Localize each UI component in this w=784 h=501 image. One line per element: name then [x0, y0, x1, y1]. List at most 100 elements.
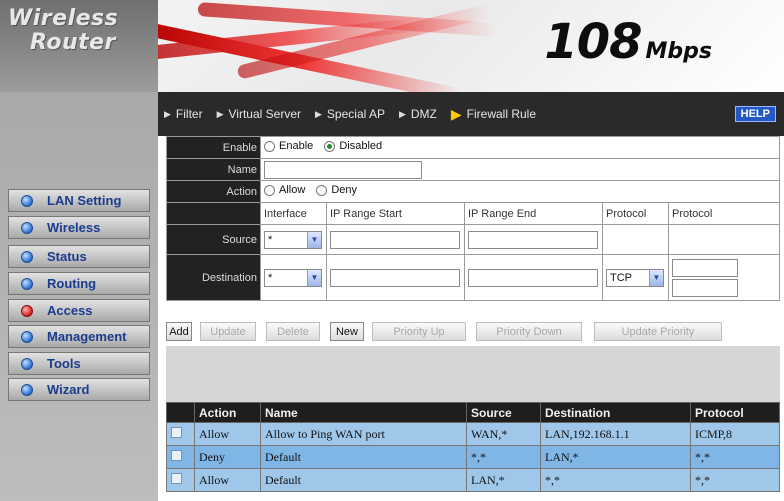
dest-iface-cell: * ▼ [260, 254, 327, 301]
tab-label: Firewall Rule [466, 107, 537, 121]
col-ip-range-start: IP Range Start [326, 202, 465, 225]
allow-radio[interactable]: Allow [264, 184, 305, 196]
destination-interface-select[interactable]: * ▼ [264, 268, 322, 287]
chevron-down-icon: ▼ [307, 269, 321, 286]
row-source: *,* [466, 445, 541, 469]
tab-label: DMZ [410, 107, 437, 121]
bullet-icon [21, 194, 33, 207]
col-ip-range-end: IP Range End [464, 202, 603, 225]
row-source: LAN,* [466, 468, 541, 492]
col-header-source: Source [466, 402, 541, 423]
dest-protocol-cell: TCP ▼ [602, 254, 669, 301]
enable-radio-label: Enable [279, 140, 314, 153]
port-start-input[interactable] [672, 258, 738, 277]
tab-dmz[interactable]: ▶ DMZ [399, 107, 437, 121]
disabled-radio[interactable]: Disabled [324, 140, 382, 152]
deny-radio[interactable]: Deny [316, 184, 357, 196]
destination-ip-end-input[interactable] [468, 268, 598, 287]
checkbox[interactable] [171, 472, 182, 484]
table-row[interactable]: Allow Default LAN,* *,* *,* [166, 468, 780, 492]
new-button[interactable]: New [330, 322, 364, 341]
dest-ip-end-cell [464, 254, 603, 301]
tab-filter[interactable]: ▶ Filter [164, 107, 203, 121]
chevron-down-icon: ▼ [307, 231, 321, 248]
checkbox[interactable] [171, 449, 182, 461]
checkbox[interactable] [171, 426, 182, 438]
header-banner: 108 Mbps [158, 0, 784, 92]
priority-down-button[interactable]: Priority Down [476, 322, 582, 341]
sidebar-item-routing[interactable]: Routing [8, 272, 150, 295]
protocol-select[interactable]: TCP ▼ [606, 268, 664, 287]
brand-line1: Wireless [8, 6, 119, 31]
bullet-icon [21, 221, 33, 234]
sidebar-item-label: Tools [47, 356, 81, 371]
row-select-cell [166, 468, 195, 492]
sidebar-item-lan-setting[interactable]: LAN Setting [8, 189, 150, 212]
bullet-icon [21, 250, 33, 263]
tab-firewall-rule[interactable]: ▶ Firewall Rule [451, 106, 536, 123]
name-input[interactable] [264, 160, 422, 179]
bullet-icon [21, 277, 33, 290]
tab-label: Special AP [326, 107, 385, 121]
row-protocol: *,* [690, 468, 780, 492]
allow-radio-label: Allow [279, 184, 306, 197]
chevron-down-icon: ▼ [649, 269, 663, 286]
sidebar-item-wizard[interactable]: Wizard [8, 378, 150, 401]
update-button[interactable]: Update [200, 322, 256, 341]
row-select-cell [166, 445, 195, 469]
add-button[interactable]: Add [166, 322, 192, 341]
port-end-input[interactable] [672, 278, 738, 297]
destination-ip-start-input[interactable] [330, 268, 460, 287]
priority-up-button[interactable]: Priority Up [372, 322, 466, 341]
col-protocol-port: Protocol [668, 202, 780, 225]
deny-radio-label: Deny [331, 184, 358, 197]
speed-label: 108 Mbps [544, 14, 712, 70]
bullet-icon [21, 357, 33, 370]
source-ip-end-input[interactable] [468, 230, 598, 249]
sidebar-item-label: LAN Setting [47, 193, 122, 208]
source-port-cell [668, 224, 780, 255]
brand-line2: Router [30, 30, 116, 55]
source-ip-start-cell [326, 224, 465, 255]
sidebar-item-wireless[interactable]: Wireless [8, 216, 150, 239]
source-ip-end-cell [464, 224, 603, 255]
tab-label: Virtual Server [228, 107, 301, 121]
name-cell [260, 158, 780, 181]
delete-button[interactable]: Delete [266, 322, 320, 341]
row-select-cell [166, 422, 195, 446]
enable-radio[interactable]: Enable [264, 140, 313, 152]
source-ip-start-input[interactable] [330, 230, 460, 249]
table-row[interactable]: Deny Default *,* LAN,* *,* [166, 445, 780, 469]
sidebar-item-management[interactable]: Management [8, 325, 150, 348]
table-row[interactable]: Allow Allow to Ping WAN port WAN,* LAN,1… [166, 422, 780, 446]
tab-virtual-server[interactable]: ▶ Virtual Server [217, 107, 301, 121]
dest-ip-start-cell [326, 254, 465, 301]
enable-options: Enable Disabled [260, 136, 780, 159]
help-button[interactable]: HELP [734, 106, 776, 122]
source-iface-cell: * ▼ [260, 224, 327, 255]
radio-checked-icon [324, 140, 336, 152]
sidebar-item-access[interactable]: Access [8, 299, 150, 322]
col-header-select [166, 402, 195, 423]
source-interface-select[interactable]: * ▼ [264, 230, 322, 249]
row-name: Allow to Ping WAN port [260, 422, 467, 446]
bullet-icon [21, 330, 33, 343]
sidebar-item-status[interactable]: Status [8, 245, 150, 268]
row-action: Allow [194, 468, 261, 492]
speed-unit: Mbps [645, 39, 712, 64]
radio-icon [264, 140, 275, 152]
row-action: Deny [194, 445, 261, 469]
update-priority-button[interactable]: Update Priority [594, 322, 722, 341]
col-header-name: Name [260, 402, 467, 423]
row-destination: LAN,* [540, 445, 691, 469]
name-label: Name [166, 158, 261, 181]
row-destination: *,* [540, 468, 691, 492]
tab-special-ap[interactable]: ▶ Special AP [315, 107, 385, 121]
arrow-right-icon: ▶ [164, 108, 171, 119]
sidebar-item-label: Wireless [47, 220, 101, 235]
source-label: Source [166, 224, 261, 255]
sidebar-item-label: Status [47, 249, 87, 264]
col-header-protocol: Protocol [690, 402, 780, 423]
sidebar-item-tools[interactable]: Tools [8, 352, 150, 375]
row-name: Default [260, 468, 467, 492]
